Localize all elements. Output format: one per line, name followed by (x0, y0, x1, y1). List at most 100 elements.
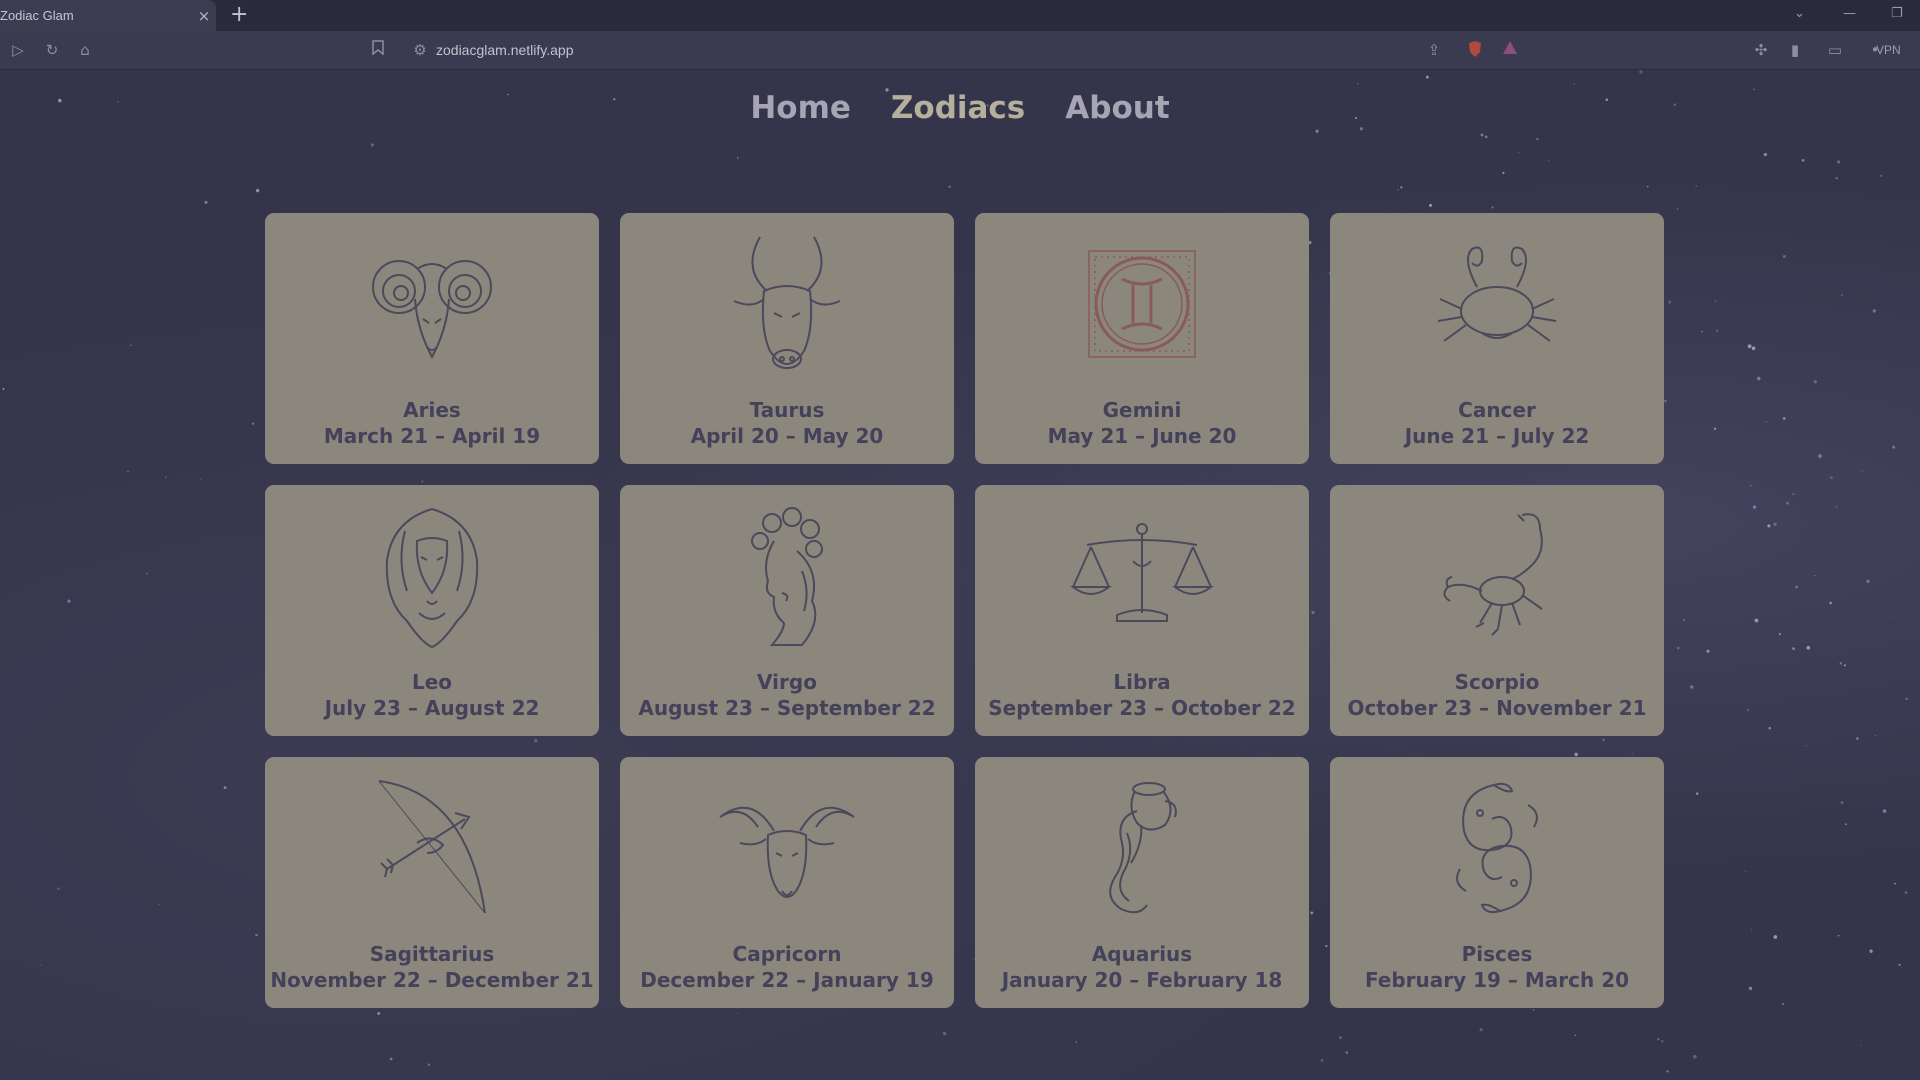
card-dates: March 21 – April 19 (323, 424, 541, 448)
star (370, 143, 374, 147)
zodiac-card-leo[interactable]: Leo July 23 – August 22 (265, 485, 599, 736)
star (1869, 949, 1873, 953)
address-bar-url[interactable]: zodiacglam.netlify.app (436, 42, 573, 58)
star (1829, 601, 1832, 605)
star (1667, 300, 1672, 304)
brave-shield-icon[interactable] (1465, 40, 1485, 60)
nav-about[interactable]: About (1065, 90, 1169, 126)
zodiac-card-capricorn[interactable]: Capricorn December 22 – January 19 (620, 757, 954, 1008)
star (389, 1057, 393, 1061)
zodiac-card-sagittarius[interactable]: Sagittarius November 22 – December 21 (265, 757, 599, 1008)
zodiac-card-libra[interactable]: Libra September 23 – October 22 (975, 485, 1309, 736)
star (1795, 585, 1798, 589)
zodiac-card-cancer[interactable]: Cancer June 21 – July 22 (1330, 213, 1664, 464)
card-dates: June 21 – July 22 (1404, 424, 1590, 448)
browser-tab-active[interactable]: Zodiac Glam × (0, 0, 216, 31)
star (1782, 254, 1786, 259)
star (1904, 891, 1908, 894)
star (1715, 329, 1719, 332)
restore-icon[interactable]: ❐ (1891, 6, 1903, 21)
star (1479, 1028, 1483, 1032)
star (57, 887, 60, 890)
star (1818, 454, 1822, 458)
minimize-icon[interactable]: — (1843, 6, 1856, 21)
nav-zodiacs[interactable]: Zodiacs (891, 90, 1025, 126)
card-name: Libra (1113, 670, 1171, 694)
tab-close-icon[interactable]: × (192, 7, 216, 25)
star (1320, 1059, 1324, 1062)
star (1754, 618, 1759, 623)
star (736, 1012, 738, 1014)
reload-icon[interactable]: ↻ (42, 40, 62, 60)
star (1748, 986, 1753, 991)
zodiac-card-aquarius[interactable]: Aquarius January 20 – February 18 (975, 757, 1309, 1008)
zodiac-card-scorpio[interactable]: Scorpio October 23 – November 21 (1330, 485, 1664, 736)
bookmark-icon[interactable] (368, 40, 388, 60)
star (1801, 159, 1805, 162)
bull-icon (712, 229, 862, 379)
star (1840, 294, 1843, 297)
star (1682, 618, 1686, 622)
page-background: Home Zodiacs About Aries March 21 – Apri… (0, 70, 1920, 1080)
star (1315, 129, 1319, 133)
card-name: Sagittarius (369, 942, 495, 966)
extensions-icon[interactable]: ✣ (1751, 40, 1771, 60)
star (1517, 151, 1520, 154)
tab-title: Zodiac Glam (0, 8, 74, 23)
star (165, 476, 167, 479)
star (1835, 177, 1838, 180)
browser-toolbar: ▷ ↻ ⌂ ⚙ zodiacglam.netlify.app ⇪ ✣ ▮ ▭ •… (0, 31, 1920, 70)
zodiac-card-virgo[interactable]: Virgo August 23 – September 22 (620, 485, 954, 736)
share-icon[interactable]: ⇪ (1424, 40, 1444, 60)
card-name: Capricorn (732, 942, 842, 966)
browser-tab-bar: Zodiac Glam × + ⌄ — ❐ (0, 0, 1920, 31)
star (1397, 189, 1399, 191)
star (377, 1011, 381, 1015)
main-nav: Home Zodiacs About (0, 90, 1920, 126)
star (1657, 1038, 1660, 1041)
zodiac-card-pisces[interactable]: Pisces February 19 – March 20 (1330, 757, 1664, 1008)
sidebar-icon[interactable]: ▮ (1785, 40, 1805, 60)
card-dates: November 22 – December 21 (270, 968, 594, 992)
star (1813, 380, 1817, 384)
star (1075, 1041, 1077, 1043)
star (1879, 174, 1883, 177)
star (1480, 133, 1484, 137)
home-icon[interactable]: ⌂ (75, 40, 95, 60)
vpn-label[interactable]: VPN (1876, 43, 1901, 57)
star (1757, 376, 1761, 381)
rewards-triangle-icon[interactable] (1500, 40, 1520, 60)
wallet-icon[interactable]: ▭ (1825, 40, 1845, 60)
card-name: Aquarius (1091, 942, 1193, 966)
star (737, 157, 739, 159)
card-name: Scorpio (1454, 670, 1540, 694)
star (1536, 137, 1539, 141)
tab-search-chevron-icon[interactable]: ⌄ (1794, 6, 1805, 21)
bow-arrow-icon (357, 773, 507, 923)
star (1874, 734, 1877, 737)
star (1661, 1040, 1664, 1043)
card-dates: January 20 – February 18 (1001, 968, 1283, 992)
card-dates: February 19 – March 20 (1364, 968, 1630, 992)
star (1428, 203, 1433, 207)
star (1782, 417, 1786, 420)
nav-home[interactable]: Home (750, 90, 851, 126)
star (1837, 160, 1841, 164)
zodiac-card-aries[interactable]: Aries March 21 – April 19 (265, 213, 599, 464)
star (1345, 1051, 1349, 1054)
star (1840, 801, 1844, 805)
play-icon[interactable]: ▷ (8, 40, 28, 60)
goat-icon (712, 773, 862, 923)
star (1532, 1009, 1535, 1011)
zodiac-card-gemini[interactable]: Gemini May 21 – June 20 (975, 213, 1309, 464)
star (1676, 208, 1679, 210)
site-settings-icon[interactable]: ⚙ (410, 40, 430, 60)
new-tab-button[interactable]: + (230, 3, 248, 27)
star (1768, 727, 1771, 730)
star (1339, 1036, 1342, 1039)
star (1746, 708, 1749, 711)
star (1646, 185, 1649, 188)
lion-icon (357, 501, 507, 651)
star (340, 195, 342, 197)
zodiac-card-taurus[interactable]: Taurus April 20 – May 20 (620, 213, 954, 464)
